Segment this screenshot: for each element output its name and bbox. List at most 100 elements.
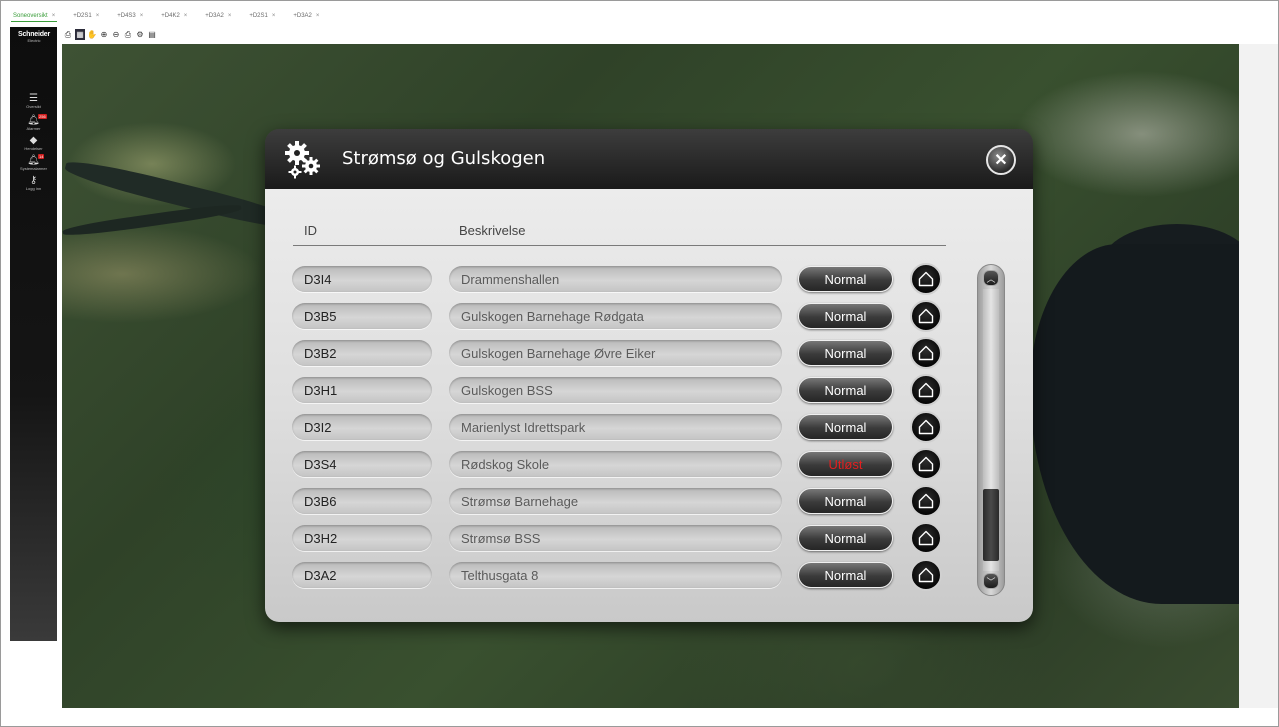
tab-0[interactable]: Soneoversikt × — [11, 10, 58, 22]
tab-close-icon[interactable]: × — [96, 13, 100, 19]
zone-id: D3B6 — [292, 488, 432, 514]
zoom-out-icon[interactable]: ⊖ — [111, 29, 121, 40]
home-button[interactable] — [910, 559, 942, 591]
tab-label: Soneoversikt — [13, 12, 48, 19]
scrollbar-thumb[interactable] — [983, 489, 999, 561]
print-icon[interactable]: ⎙ — [63, 29, 73, 40]
sidebar-item-label: Oversikt — [26, 104, 41, 109]
zoom-in-icon[interactable]: ⊕ — [99, 29, 109, 40]
status-button[interactable]: Utløst — [798, 451, 893, 477]
table-row: D3B6 Strømsø Barnehage Normal — [292, 485, 952, 525]
home-icon — [918, 271, 934, 287]
zone-description: Telthusgata 8 — [449, 562, 782, 588]
home-icon — [918, 530, 934, 546]
map-river — [62, 201, 242, 239]
sidebar-item-label: Systemalarmer — [20, 166, 47, 171]
tab-label: +D4K2 — [161, 13, 180, 19]
status-button[interactable]: Normal — [798, 266, 893, 292]
tab-2[interactable]: +D4S3 × — [115, 10, 145, 22]
document-icon[interactable]: ▤ — [147, 29, 157, 40]
close-button[interactable]: ✕ — [986, 145, 1016, 175]
dialog-body: ID Beskrivelse D3I4 Drammenshallen Normal D… — [265, 189, 1033, 622]
status-button[interactable]: Normal — [798, 414, 893, 440]
sidebar-item-label: Alarmer — [26, 126, 41, 131]
home-button[interactable] — [910, 411, 942, 443]
tab-close-icon[interactable]: × — [272, 13, 276, 19]
tab-close-icon[interactable]: × — [52, 13, 56, 19]
zone-description: Rødskog Skole — [449, 451, 782, 477]
printer-settings-icon[interactable]: ⚙ — [135, 29, 145, 40]
zone-id: D3B2 — [292, 340, 432, 366]
tab-bar: Soneoversikt × +D2S1 × +D4S3 × +D4K2 × +D3A2 × +D2… — [11, 9, 321, 23]
home-button[interactable] — [910, 522, 942, 554]
column-header-description: Beskrivelse — [459, 223, 526, 238]
zone-id: D3H2 — [292, 525, 432, 551]
sidebar-item-alarmer[interactable]: 🔔︎ 256 Alarmer — [10, 114, 57, 131]
home-button[interactable] — [910, 337, 942, 369]
print-preview-icon[interactable]: ⎙ — [123, 29, 133, 40]
hand-pan-icon[interactable]: ✋ — [87, 29, 97, 40]
status-button[interactable]: Normal — [798, 488, 893, 514]
status-button[interactable]: Normal — [798, 340, 893, 366]
zone-id: D3S4 — [292, 451, 432, 477]
zone-description: Strømsø Barnehage — [449, 488, 782, 514]
column-header-id: ID — [304, 223, 317, 238]
home-icon — [918, 345, 934, 361]
tab-close-icon[interactable]: × — [228, 13, 232, 19]
tab-1[interactable]: +D2S1 × — [71, 10, 101, 22]
scroll-up-button[interactable]: ︿ — [983, 270, 999, 286]
scroll-down-button[interactable]: ﹀ — [983, 573, 999, 589]
status-button[interactable]: Normal — [798, 525, 893, 551]
overview-icon: ☰ — [29, 93, 38, 104]
home-icon — [918, 382, 934, 398]
table-row: D3H2 Strømsø BSS Normal — [292, 522, 952, 562]
tab-close-icon[interactable]: × — [184, 13, 188, 19]
tab-label: +D3A2 — [205, 13, 224, 19]
system-alarm-count-badge: 14 — [38, 154, 45, 159]
sidebar-item-oversikt[interactable]: ☰ Oversikt — [10, 93, 57, 109]
tab-3[interactable]: +D4K2 × — [159, 10, 189, 22]
bell-icon: 🔔︎ — [27, 115, 40, 126]
zone-id: D3H1 — [292, 377, 432, 403]
table-row: D3H1 Gulskogen BSS Normal — [292, 374, 952, 414]
tab-label: +D4S3 — [117, 13, 136, 19]
zone-list: D3I4 Drammenshallen Normal D3B5 Gulskogen Ba… — [292, 263, 952, 599]
home-button[interactable] — [910, 448, 942, 480]
table-row: D3S4 Rødskog Skole Utløst — [292, 448, 952, 488]
right-panel — [1239, 44, 1278, 708]
home-button[interactable] — [910, 300, 942, 332]
status-button[interactable]: Normal — [798, 377, 893, 403]
sidebar-item-hendelser[interactable]: ◆ Hendelser — [10, 135, 57, 151]
sidebar: Schneider Electric ☰ Oversikt 🔔︎ 256 Ala… — [10, 27, 57, 641]
home-button[interactable] — [910, 263, 942, 295]
table-row: D3I4 Drammenshallen Normal — [292, 263, 952, 303]
zone-description: Gulskogen BSS — [449, 377, 782, 403]
layers-icon[interactable]: ▦ — [75, 29, 85, 40]
close-icon: ✕ — [994, 152, 1008, 169]
scrollbar[interactable]: ︿ ﹀ — [977, 264, 1005, 596]
home-icon — [918, 456, 934, 472]
status-button[interactable]: Normal — [798, 303, 893, 329]
map-water — [1030, 244, 1239, 604]
home-icon — [918, 308, 934, 324]
zone-id: D3I4 — [292, 266, 432, 292]
logo-text: Schneider — [17, 31, 51, 38]
sidebar-item-systemalarmer[interactable]: 🔔︎ 14 Systemalarmer — [10, 154, 57, 171]
tab-close-icon[interactable]: × — [140, 13, 144, 19]
home-button[interactable] — [910, 485, 942, 517]
tab-5[interactable]: +D2S1 × — [247, 10, 277, 22]
zone-description: Drammenshallen — [449, 266, 782, 292]
app-window: Soneoversikt × +D2S1 × +D4S3 × +D4K2 × +D3A2 × +D2… — [0, 0, 1279, 727]
sidebar-item-label: Logg inn — [25, 186, 42, 191]
zone-description: Gulskogen Barnehage Øvre Eiker — [449, 340, 782, 366]
table-row: D3A2 Telthusgata 8 Normal — [292, 559, 952, 599]
zone-id: D3A2 — [292, 562, 432, 588]
tab-4[interactable]: +D3A2 × — [203, 10, 233, 22]
home-icon — [918, 419, 934, 435]
tab-6[interactable]: +D3A2 × — [291, 10, 321, 22]
status-button[interactable]: Normal — [798, 562, 893, 588]
home-button[interactable] — [910, 374, 942, 406]
sidebar-item-logg-inn[interactable]: ⚷ Logg inn — [10, 175, 57, 191]
tab-close-icon[interactable]: × — [316, 13, 320, 19]
diamond-icon: ◆ — [29, 135, 38, 146]
